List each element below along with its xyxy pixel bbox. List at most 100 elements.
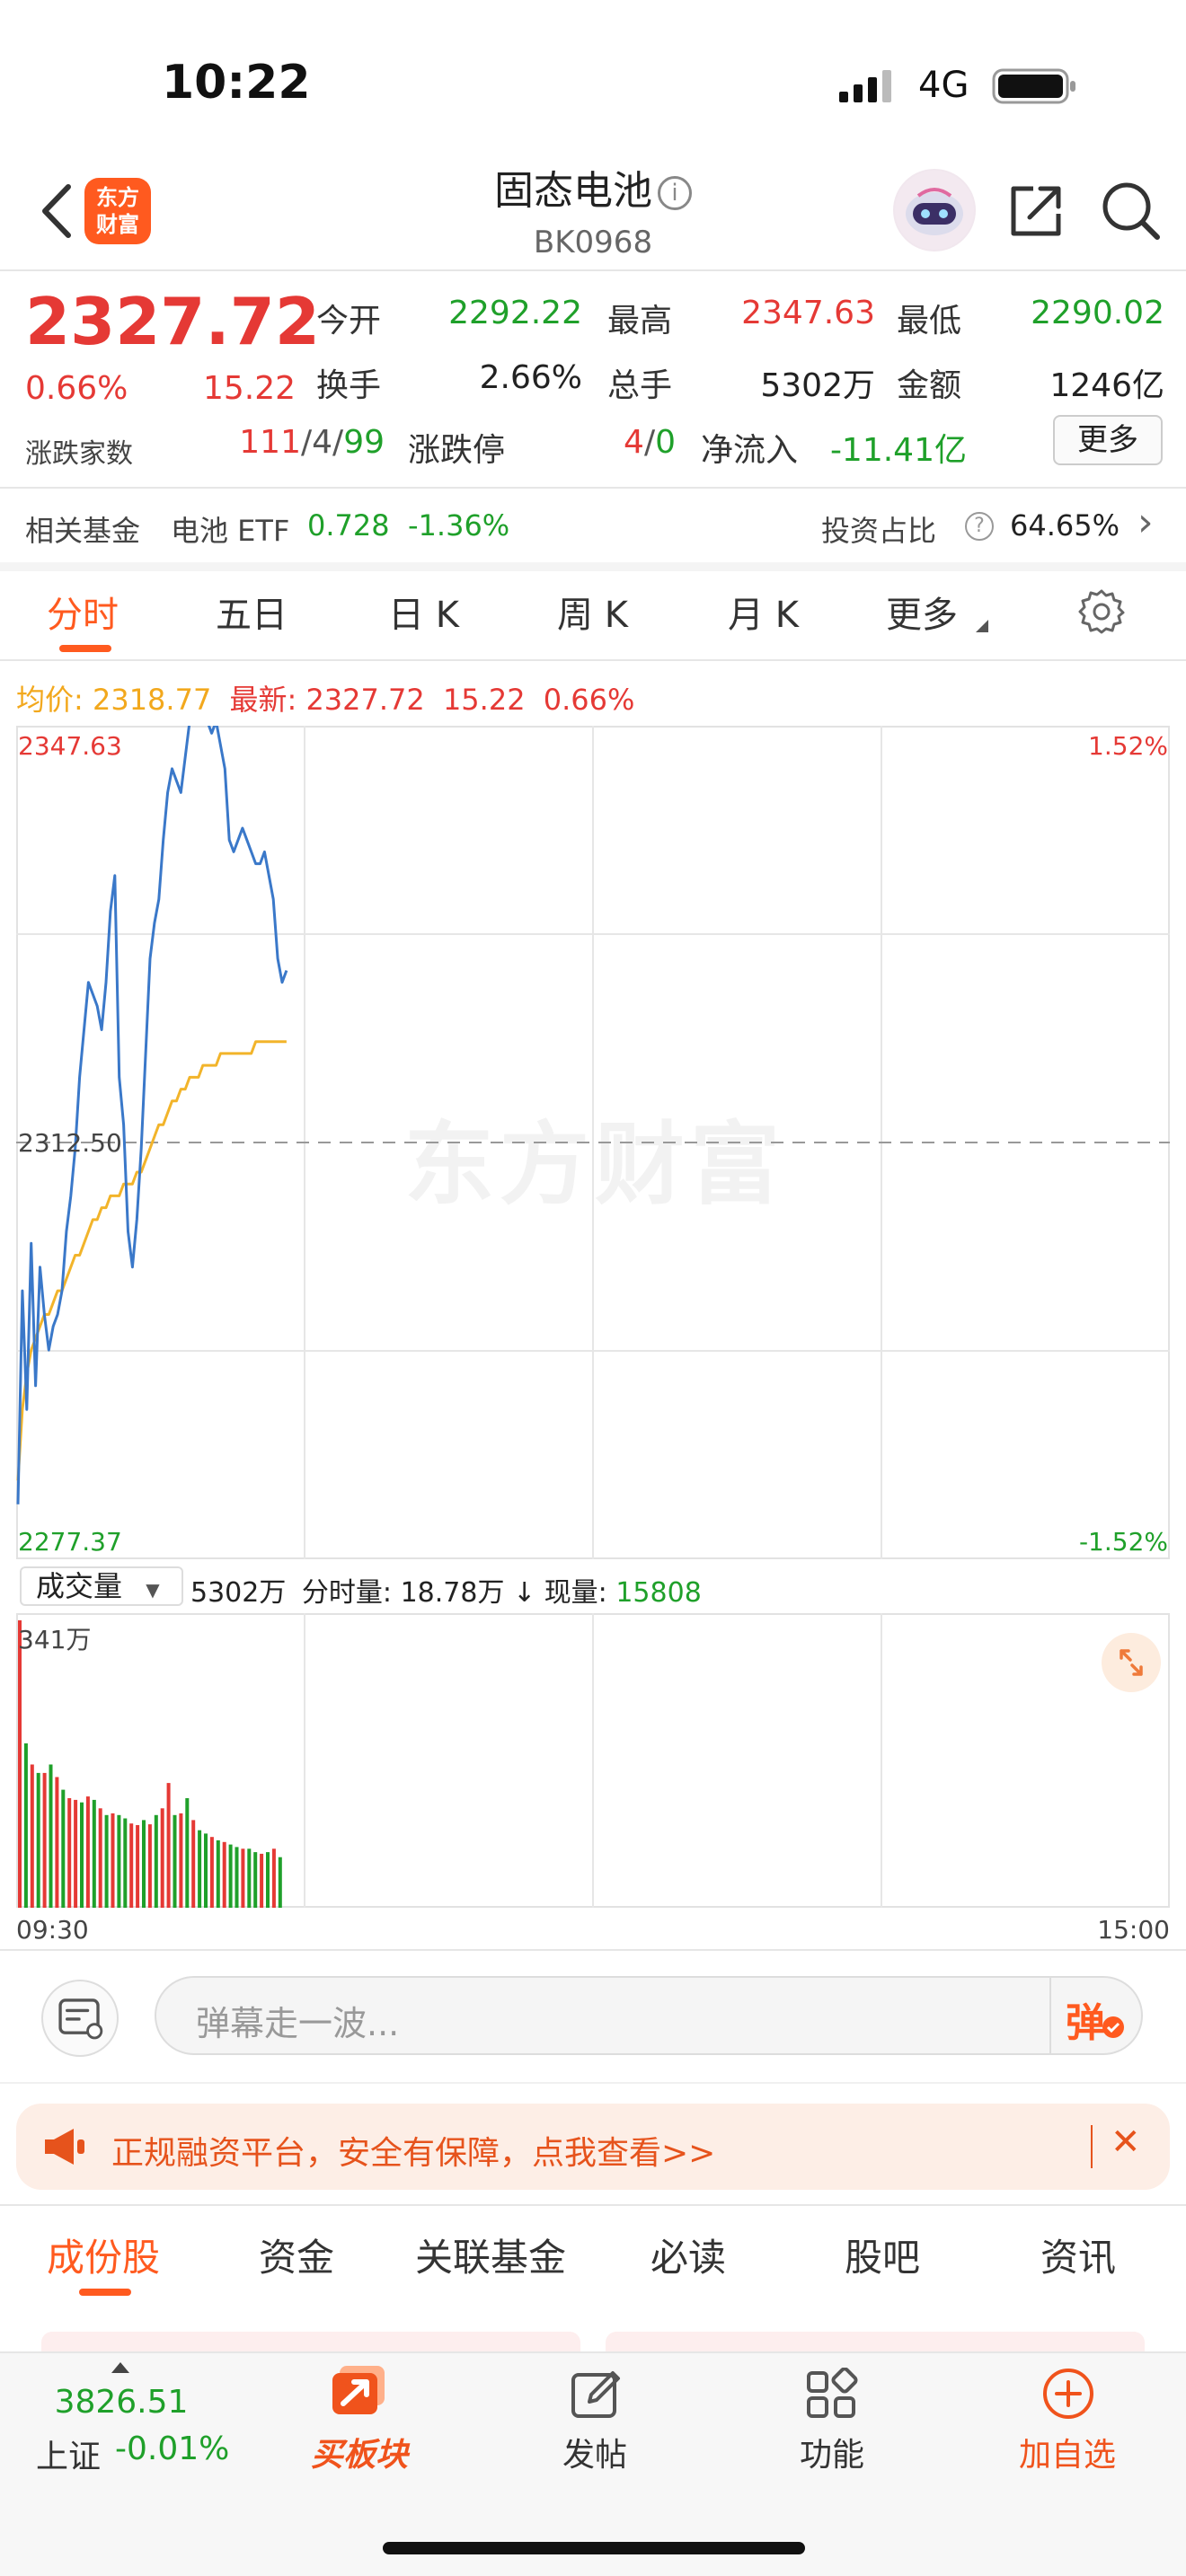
limit-sep: / [643, 424, 656, 461]
megaphone-icon [45, 2129, 84, 2165]
tab-active-indicator [59, 645, 111, 652]
add-watchlist-icon[interactable] [1040, 2366, 1096, 2422]
buy-sector-label[interactable]: 买板块 [270, 2429, 449, 2475]
danmaku-settings-icon[interactable] [41, 1980, 119, 2057]
turnover-value: 2.66% [479, 359, 582, 396]
price-chart-svg [16, 726, 1170, 1559]
volume-bar [266, 1852, 270, 1908]
more-quote-button[interactable]: 更多 [1053, 415, 1163, 465]
tabs-divider [0, 659, 1186, 661]
tab-news[interactable]: 资讯 [1040, 2228, 1116, 2282]
axis-time-start: 09:30 [16, 1915, 89, 1945]
volume-bar [117, 1814, 121, 1908]
volume-bar [142, 1820, 146, 1908]
promo-banner[interactable]: 正规融资平台，安全有保障，点我查看>> ✕ [16, 2104, 1170, 2190]
chart-divider [0, 1949, 1186, 1951]
volume-bar [55, 1777, 59, 1908]
tab-forum[interactable]: 股吧 [845, 2228, 920, 2282]
breadth-values: 111/4/99 [180, 424, 385, 461]
expand-icon[interactable] [1102, 1633, 1161, 1692]
volume-label: 总手 [607, 367, 673, 404]
volume-value: 5302万 [760, 367, 875, 404]
danmaku-placeholder: 弹幕走一波... [196, 2004, 400, 2043]
banner-separator [1091, 2125, 1093, 2168]
fund-price: 0.728 [307, 508, 390, 543]
danmaku-toggle-button[interactable]: 弹 [1066, 1990, 1105, 2048]
turnover-label: 换手 [316, 367, 382, 404]
select-arrow-icon: ▼ [146, 1579, 160, 1601]
breadth-up: 111 [239, 424, 301, 461]
volume-bar [271, 1848, 276, 1908]
axis-volume-max: 341万 [18, 1625, 92, 1654]
add-watchlist-label[interactable]: 加自选 [978, 2429, 1157, 2475]
caret-up-icon [111, 2362, 129, 2373]
close-icon[interactable]: ✕ [1111, 2122, 1141, 2163]
volume-bar [36, 1772, 40, 1908]
fund-pct: -1.36% [408, 508, 510, 543]
search-icon[interactable] [1100, 180, 1163, 243]
last-value: 2327.72 [305, 683, 425, 717]
high-label: 最高 [607, 303, 673, 340]
open-label: 今开 [316, 303, 382, 340]
amount-value: 1246亿 [1049, 367, 1164, 404]
chart-info-line: 均价: 2318.77 最新: 2327.72 15.22 0.66% [16, 677, 634, 719]
banner-divider [0, 2204, 1186, 2206]
chevron-right-icon[interactable]: › [1137, 499, 1154, 545]
assistant-robot-icon[interactable] [893, 169, 976, 251]
change-value: 15.22 [203, 370, 296, 407]
limit-down: 0 [655, 424, 676, 461]
compose-icon[interactable] [570, 2368, 624, 2422]
volume-bar [198, 1830, 202, 1908]
volume-bar [123, 1818, 128, 1908]
tab-five-day[interactable]: 五日 [216, 586, 288, 638]
tab-daily-k[interactable]: 日 K [388, 586, 459, 638]
volume-bar [253, 1852, 258, 1908]
functions-label[interactable]: 功能 [742, 2429, 922, 2475]
fund-name[interactable]: 电池 ETF [171, 508, 289, 550]
avg-label: 均价: [16, 683, 84, 717]
limit-values: 4/0 [575, 424, 676, 461]
volume-bar [23, 1743, 28, 1908]
status-time: 10:22 [162, 56, 311, 110]
breadth-sep-1: / [301, 424, 313, 461]
tab-must-read[interactable]: 必读 [651, 2228, 726, 2282]
tab-related-funds[interactable]: 关联基金 [415, 2228, 566, 2282]
ratio-value: 64.65% [1010, 508, 1120, 543]
axis-top-pct: 1.52% [1088, 731, 1168, 761]
settings-gear-icon[interactable] [1078, 587, 1125, 634]
home-indicator [383, 2542, 805, 2554]
tab-funds-flow[interactable]: 资金 [259, 2228, 334, 2282]
share-icon[interactable] [1006, 181, 1066, 241]
tab-constituents[interactable]: 成份股 [47, 2228, 160, 2282]
netflow-value: -11.41亿 [829, 432, 967, 469]
low-label: 最低 [897, 303, 962, 340]
functions-grid-icon[interactable] [805, 2368, 859, 2422]
buy-sector-icon[interactable] [327, 2362, 392, 2420]
ratio-label: 投资占比 [821, 514, 937, 548]
tab-more[interactable]: 更多 [886, 586, 958, 638]
tab-intraday[interactable]: 分时 [47, 586, 119, 638]
now-volume-label: 现量: [544, 1577, 607, 1609]
tab-weekly-k[interactable]: 周 K [557, 586, 628, 638]
tab-monthly-k[interactable]: 月 K [728, 586, 799, 638]
last-pct: 0.66% [543, 683, 635, 717]
down-arrow-icon: ↓ [513, 1577, 536, 1609]
index-value[interactable]: 3826.51 [36, 2384, 207, 2421]
volume-bar [129, 1823, 134, 1908]
danmaku-input[interactable]: 弹幕走一波... [155, 1976, 1143, 2055]
volume-bar [173, 1814, 177, 1908]
info-icon[interactable]: i [658, 176, 692, 210]
axis-time-end: 15:00 [1097, 1915, 1170, 1945]
card-preview [41, 2332, 580, 2353]
index-pct: -0.01% [115, 2430, 230, 2467]
indicator-select[interactable]: 成交量 ▼ [20, 1566, 183, 1606]
help-icon[interactable]: ? [965, 512, 994, 541]
volume-bar [30, 1764, 34, 1908]
post-label[interactable]: 发帖 [505, 2429, 685, 2475]
volume-bar [209, 1837, 214, 1908]
volume-bar [147, 1824, 152, 1908]
volume-bar [260, 1853, 264, 1908]
volume-bar [179, 1813, 183, 1908]
amount-label: 金额 [897, 367, 962, 404]
volume-bar [74, 1799, 78, 1908]
